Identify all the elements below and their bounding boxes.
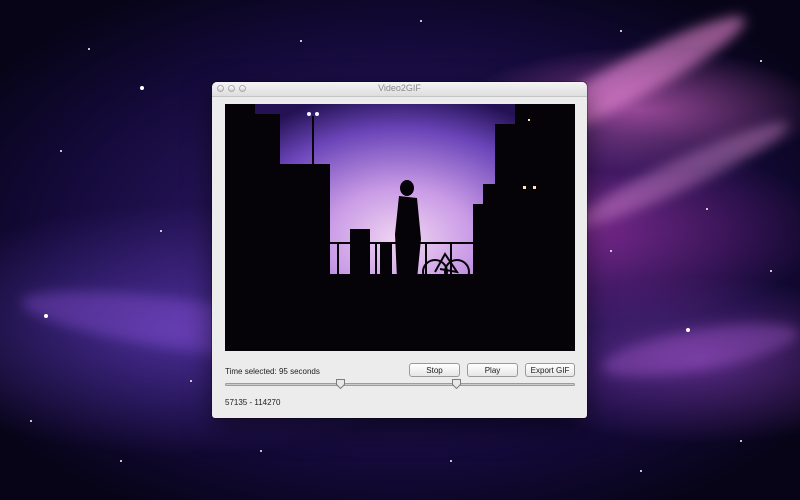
star [760,60,762,62]
title-bar[interactable]: Video2GIF [212,82,587,97]
star [740,440,742,442]
star [420,20,422,22]
stop-button[interactable]: Stop [409,363,460,377]
app-window: Video2GIF Time selected: 95 seconds Stop… [212,82,587,418]
star [450,460,452,462]
nebula-streak [564,110,796,240]
star [770,270,772,272]
video-frame-image [225,104,575,351]
star [706,208,708,210]
play-button[interactable]: Play [467,363,518,377]
star [88,48,90,50]
star [60,150,62,152]
star [620,30,622,32]
desktop-background: Video2GIF Time selected: 95 seconds Stop… [0,0,800,500]
star [190,380,192,382]
window-title: Video2GIF [378,83,421,93]
range-start-handle[interactable] [336,379,345,389]
range-end-handle[interactable] [451,379,461,389]
video-preview[interactable] [225,104,575,351]
star [640,470,642,472]
star [610,250,612,252]
range-slider-track[interactable] [225,383,575,386]
star [44,314,48,318]
export-gif-button[interactable]: Export GIF [525,363,575,377]
selected-range-label: 57135 - 114270 [225,398,281,407]
star [260,450,262,452]
star [140,86,144,90]
star [160,230,162,232]
star [30,420,32,422]
star [300,40,302,42]
nebula-streak [598,312,800,388]
time-selected-label: Time selected: 95 seconds [225,367,320,376]
star [686,328,690,332]
star [120,460,122,462]
